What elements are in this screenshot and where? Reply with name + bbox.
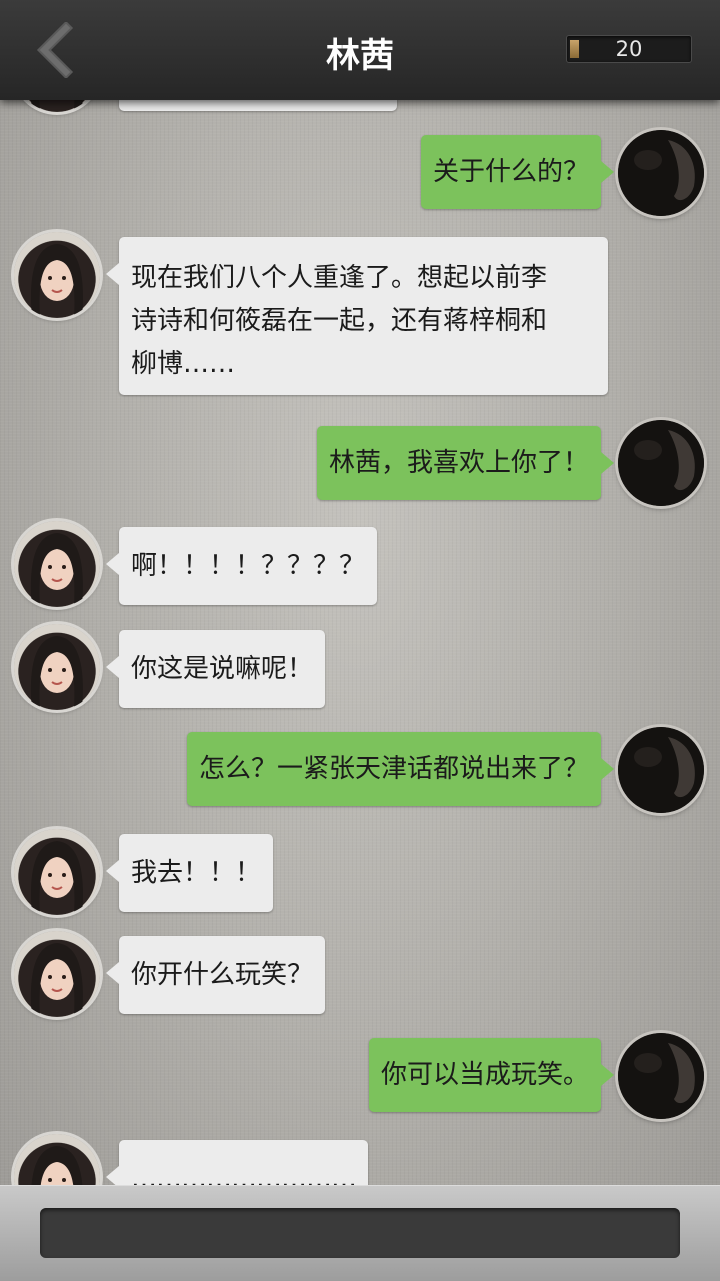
message-bubble-outgoing: 关于什么的？: [420, 135, 615, 209]
message-bubble-incoming: 啊！！！！？？？？: [105, 527, 378, 605]
message-bubble-incoming: ………………………: [106, 1140, 368, 1185]
message-list[interactable]: 关于什么的？ 现在我们八个人重逢了。想起以前李 诗诗和何筱磊在一起，还有蒋梓桐和…: [0, 0, 720, 1185]
contact-avatar[interactable]: [14, 521, 100, 607]
top-bar: 林茜 20: [0, 0, 720, 100]
contact-avatar[interactable]: [14, 624, 100, 710]
message-bubble-incoming: 现在我们八个人重逢了。想起以前李 诗诗和何筱磊在一起，还有蒋梓桐和 柳博……: [106, 237, 608, 395]
message-bubble-outgoing: 林茜，我喜欢上你了！: [316, 426, 615, 500]
contact-avatar[interactable]: [14, 232, 100, 318]
counter-badge: 20: [566, 35, 692, 63]
contact-avatar[interactable]: [14, 931, 100, 1017]
bottom-bar: [0, 1185, 720, 1281]
message-input[interactable]: [40, 1208, 680, 1258]
message-bubble-outgoing: 你可以当成玩笑。: [368, 1038, 615, 1112]
counter-value: 20: [615, 37, 643, 61]
message-bubble-incoming: 你开什么玩笑？: [105, 936, 326, 1014]
my-avatar[interactable]: [618, 130, 704, 216]
message-bubble-outgoing: 怎么？一紧张天津话都说出来了？: [186, 732, 615, 806]
my-avatar[interactable]: [618, 727, 704, 813]
my-avatar[interactable]: [618, 1033, 704, 1119]
message-bubble-incoming: 你这是说嘛呢！: [105, 630, 326, 708]
contact-avatar[interactable]: [14, 829, 100, 915]
contact-avatar[interactable]: [14, 1134, 100, 1185]
message-bubble-incoming: 我去！！！: [105, 834, 274, 912]
my-avatar[interactable]: [618, 420, 704, 506]
